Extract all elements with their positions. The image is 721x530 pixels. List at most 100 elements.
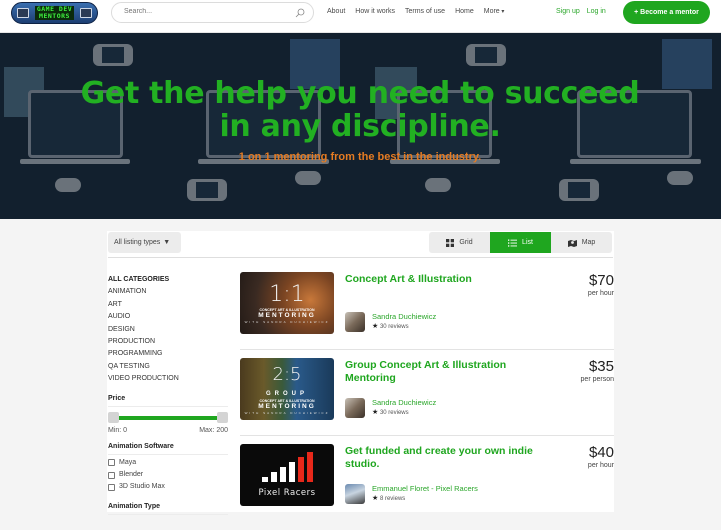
reviews-label: 30 reviews — [379, 410, 409, 416]
category-programming[interactable]: PROGRAMMING — [108, 348, 228, 360]
category-all[interactable]: ALL CATEGORIES — [108, 274, 228, 286]
logo-text: GAME DEV MENTORS — [34, 6, 75, 20]
thumb-headline: 2:5 — [272, 364, 302, 385]
listing-title[interactable]: Concept Art & Illustration — [345, 273, 535, 286]
price-unit: per person — [580, 376, 614, 383]
reviews-label: 30 reviews — [379, 324, 409, 330]
nav-terms-of-use[interactable]: Terms of use — [405, 8, 445, 15]
checkbox-label: Maya — [119, 458, 137, 466]
price-amount: $35 — [588, 358, 614, 375]
avatar[interactable] — [345, 312, 365, 332]
checkbox-blender[interactable]: Blender — [108, 469, 228, 481]
animation-type-heading: Animation Type — [108, 503, 228, 515]
search-input[interactable] — [124, 8, 284, 15]
listing-item[interactable]: Pixel Racers Get funded and create your … — [240, 444, 614, 530]
auth-links: Sign up Log in — [556, 8, 606, 15]
listing-title[interactable]: Get funded and create your own indie stu… — [345, 445, 535, 471]
price-max-label: Max: 200 — [199, 426, 228, 434]
listing-title[interactable]: Group Concept Art & Illustration Mentori… — [345, 359, 535, 385]
listing-author: Sandra Duchiewicz ★ 30 reviews — [345, 312, 436, 332]
price-min-label: Min: 0 — [108, 426, 128, 434]
grid-view-button[interactable]: Grid — [429, 232, 490, 253]
category-animation[interactable]: ANIMATION — [108, 286, 228, 298]
category-audio[interactable]: AUDIO — [108, 311, 228, 323]
listing-type-label: All listing types — [114, 239, 161, 246]
toolbar-divider — [108, 257, 613, 258]
category-design[interactable]: DESIGN — [108, 324, 228, 336]
price-range-slider[interactable] — [108, 411, 228, 425]
nav-home[interactable]: Home — [455, 8, 474, 15]
author-name[interactable]: Emmanuel Floret - Pixel Racers — [372, 484, 478, 494]
main-nav: About How it works Terms of use Home Mor… — [327, 8, 504, 15]
nav-more-dropdown[interactable]: More — [484, 8, 505, 15]
thumb-caption: WITH SANDRA DUCHIEWICZ — [244, 320, 330, 324]
review-count: ★ 30 reviews — [372, 322, 436, 332]
hero-subtitle: 1 on 1 mentoring from the best in the in… — [238, 151, 482, 163]
listing-price: $40 per hour — [588, 444, 614, 469]
thumb-caption: GROUP — [265, 391, 308, 397]
listing-author: Emmanuel Floret - Pixel Racers ★ 8 revie… — [345, 484, 478, 504]
listing-price: $35 per person — [581, 358, 614, 383]
list-icon — [508, 239, 518, 247]
blueprint-illustration — [662, 39, 712, 89]
handheld-console-illustration — [187, 179, 227, 201]
view-switcher: Grid List Map — [429, 232, 612, 253]
become-mentor-button[interactable]: + Become a mentor — [623, 1, 710, 24]
category-video-production[interactable]: VIDEO PRODUCTION — [108, 373, 228, 385]
category-production[interactable]: PRODUCTION — [108, 336, 228, 348]
author-name[interactable]: Sandra Duchiewicz — [372, 312, 436, 322]
thumb-caption: WITH SANDRA DUCHIEWICZ — [244, 411, 330, 415]
price-min-handle[interactable] — [108, 411, 119, 423]
site-logo[interactable]: GAME DEV MENTORS — [11, 2, 98, 24]
avatar[interactable] — [345, 398, 365, 418]
review-count: ★ 30 reviews — [372, 408, 436, 418]
handheld-console-illustration — [466, 44, 506, 66]
hero-title: Get the help you need to succeed in any … — [80, 76, 640, 144]
gamepad-illustration — [425, 178, 451, 192]
checkbox-maya[interactable]: Maya — [108, 457, 228, 469]
checkbox[interactable] — [108, 471, 115, 479]
checkbox[interactable] — [108, 484, 115, 492]
checkbox[interactable] — [108, 459, 115, 467]
avatar[interactable] — [345, 484, 365, 504]
thumb-headline: 1:1 — [269, 282, 305, 307]
listing-thumbnail[interactable]: Pixel Racers — [240, 444, 334, 506]
listings-panel: All listing types ▼ Grid List Map ALL CA… — [107, 231, 614, 515]
price-max-handle[interactable] — [217, 411, 228, 423]
thumb-brand: Pixel Racers — [258, 488, 316, 498]
filter-sidebar: ALL CATEGORIES ANIMATION ART AUDIO DESIG… — [108, 274, 228, 515]
listing-divider — [240, 435, 614, 436]
login-link[interactable]: Log in — [587, 8, 606, 15]
list-view-button[interactable]: List — [490, 232, 551, 253]
hero-banner: Get the help you need to succeed in any … — [0, 33, 721, 219]
price-range-values: Min: 0 Max: 200 — [108, 427, 228, 434]
category-qa-testing[interactable]: QA TESTING — [108, 361, 228, 373]
checkbox-label: 3D Studio Max — [119, 483, 165, 491]
price-unit: per hour — [587, 462, 614, 469]
review-count: ★ 8 reviews — [372, 494, 478, 504]
search-icon[interactable] — [295, 8, 305, 18]
checkbox-3d-studio-max[interactable]: 3D Studio Max — [108, 481, 228, 493]
listing-type-dropdown[interactable]: All listing types ▼ — [108, 232, 181, 253]
map-view-label: Map — [581, 239, 596, 246]
listing-item[interactable]: 2:5 GROUP CONCEPT ART & ILLUSTRATION MEN… — [240, 358, 614, 444]
price-range-track — [114, 415, 222, 420]
handheld-console-illustration — [559, 179, 599, 201]
gamepad-illustration — [667, 171, 693, 185]
listing-thumbnail[interactable]: 2:5 GROUP CONCEPT ART & ILLUSTRATION MEN… — [240, 358, 334, 420]
map-view-button[interactable]: Map — [551, 232, 612, 253]
price-heading: Price — [108, 395, 228, 407]
map-icon — [567, 239, 577, 247]
thumb-caption: MENTORING — [258, 403, 316, 410]
monitor-icon — [17, 8, 29, 18]
nav-about[interactable]: About — [327, 8, 345, 15]
nav-how-it-works[interactable]: How it works — [355, 8, 395, 15]
listing-item[interactable]: 1:1 CONCEPT ART & ILLUSTRATION MENTORING… — [240, 272, 614, 358]
signup-link[interactable]: Sign up — [556, 8, 580, 15]
listing-thumbnail[interactable]: 1:1 CONCEPT ART & ILLUSTRATION MENTORING… — [240, 272, 334, 334]
category-art[interactable]: ART — [108, 299, 228, 311]
grid-icon — [446, 238, 455, 247]
listing-divider — [240, 349, 614, 350]
search-box[interactable] — [111, 2, 314, 23]
author-name[interactable]: Sandra Duchiewicz — [372, 398, 436, 408]
